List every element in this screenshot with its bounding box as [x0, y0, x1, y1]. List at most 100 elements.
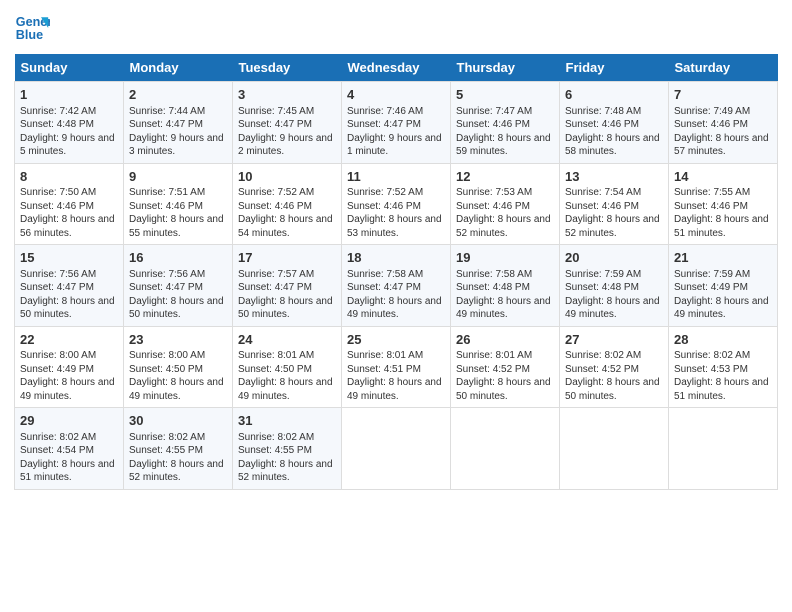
daylight-text: Daylight: 8 hours and 56 minutes. — [20, 213, 118, 240]
sunset-text: Sunset: 4:48 PM — [565, 281, 663, 295]
calendar-cell: 17Sunrise: 7:57 AMSunset: 4:47 PMDayligh… — [233, 245, 342, 327]
day-number: 12 — [456, 168, 554, 186]
daylight-text: Daylight: 8 hours and 52 minutes. — [456, 213, 554, 240]
sunrise-text: Sunrise: 8:01 AM — [456, 349, 554, 363]
daylight-text: Daylight: 8 hours and 49 minutes. — [565, 295, 663, 322]
calendar-cell: 31Sunrise: 8:02 AMSunset: 4:55 PMDayligh… — [233, 408, 342, 490]
sunrise-text: Sunrise: 7:52 AM — [238, 186, 336, 200]
daylight-text: Daylight: 8 hours and 55 minutes. — [129, 213, 227, 240]
daylight-text: Daylight: 9 hours and 2 minutes. — [238, 132, 336, 159]
day-number: 23 — [129, 331, 227, 349]
daylight-text: Daylight: 8 hours and 51 minutes. — [20, 458, 118, 485]
day-number: 16 — [129, 249, 227, 267]
day-number: 9 — [129, 168, 227, 186]
logo: General Blue — [14, 10, 52, 46]
header-sunday: Sunday — [15, 54, 124, 82]
day-number: 31 — [238, 412, 336, 430]
sunset-text: Sunset: 4:54 PM — [20, 444, 118, 458]
daylight-text: Daylight: 8 hours and 50 minutes. — [565, 376, 663, 403]
daylight-text: Daylight: 8 hours and 50 minutes. — [238, 295, 336, 322]
daylight-text: Daylight: 8 hours and 49 minutes. — [129, 376, 227, 403]
calendar-cell: 7Sunrise: 7:49 AMSunset: 4:46 PMDaylight… — [669, 82, 778, 164]
sunrise-text: Sunrise: 7:50 AM — [20, 186, 118, 200]
daylight-text: Daylight: 8 hours and 53 minutes. — [347, 213, 445, 240]
sunrise-text: Sunrise: 8:02 AM — [674, 349, 772, 363]
header-friday: Friday — [560, 54, 669, 82]
day-number: 15 — [20, 249, 118, 267]
calendar-table: SundayMondayTuesdayWednesdayThursdayFrid… — [14, 54, 778, 490]
daylight-text: Daylight: 8 hours and 59 minutes. — [456, 132, 554, 159]
sunset-text: Sunset: 4:46 PM — [565, 118, 663, 132]
day-number: 20 — [565, 249, 663, 267]
daylight-text: Daylight: 8 hours and 51 minutes. — [674, 376, 772, 403]
calendar-cell: 11Sunrise: 7:52 AMSunset: 4:46 PMDayligh… — [342, 163, 451, 245]
sunset-text: Sunset: 4:46 PM — [347, 200, 445, 214]
calendar-week-5: 29Sunrise: 8:02 AMSunset: 4:54 PMDayligh… — [15, 408, 778, 490]
sunrise-text: Sunrise: 7:44 AM — [129, 105, 227, 119]
calendar-week-2: 8Sunrise: 7:50 AMSunset: 4:46 PMDaylight… — [15, 163, 778, 245]
calendar-cell: 2Sunrise: 7:44 AMSunset: 4:47 PMDaylight… — [124, 82, 233, 164]
day-number: 3 — [238, 86, 336, 104]
day-number: 8 — [20, 168, 118, 186]
calendar-cell: 16Sunrise: 7:56 AMSunset: 4:47 PMDayligh… — [124, 245, 233, 327]
sunrise-text: Sunrise: 7:52 AM — [347, 186, 445, 200]
daylight-text: Daylight: 8 hours and 49 minutes. — [674, 295, 772, 322]
logo-icon: General Blue — [14, 10, 50, 46]
daylight-text: Daylight: 9 hours and 5 minutes. — [20, 132, 118, 159]
sunrise-text: Sunrise: 8:00 AM — [20, 349, 118, 363]
day-number: 24 — [238, 331, 336, 349]
day-number: 29 — [20, 412, 118, 430]
svg-text:Blue: Blue — [16, 28, 43, 42]
day-number: 21 — [674, 249, 772, 267]
calendar-cell: 15Sunrise: 7:56 AMSunset: 4:47 PMDayligh… — [15, 245, 124, 327]
day-number: 5 — [456, 86, 554, 104]
daylight-text: Daylight: 8 hours and 49 minutes. — [238, 376, 336, 403]
sunrise-text: Sunrise: 7:42 AM — [20, 105, 118, 119]
sunset-text: Sunset: 4:52 PM — [456, 363, 554, 377]
calendar-cell: 18Sunrise: 7:58 AMSunset: 4:47 PMDayligh… — [342, 245, 451, 327]
sunrise-text: Sunrise: 7:53 AM — [456, 186, 554, 200]
calendar-cell: 29Sunrise: 8:02 AMSunset: 4:54 PMDayligh… — [15, 408, 124, 490]
day-number: 2 — [129, 86, 227, 104]
calendar-cell: 5Sunrise: 7:47 AMSunset: 4:46 PMDaylight… — [451, 82, 560, 164]
header-tuesday: Tuesday — [233, 54, 342, 82]
calendar-cell: 30Sunrise: 8:02 AMSunset: 4:55 PMDayligh… — [124, 408, 233, 490]
calendar-cell: 9Sunrise: 7:51 AMSunset: 4:46 PMDaylight… — [124, 163, 233, 245]
daylight-text: Daylight: 8 hours and 50 minutes. — [20, 295, 118, 322]
sunset-text: Sunset: 4:46 PM — [129, 200, 227, 214]
sunset-text: Sunset: 4:49 PM — [674, 281, 772, 295]
calendar-cell: 13Sunrise: 7:54 AMSunset: 4:46 PMDayligh… — [560, 163, 669, 245]
calendar-cell: 28Sunrise: 8:02 AMSunset: 4:53 PMDayligh… — [669, 326, 778, 408]
calendar-cell: 23Sunrise: 8:00 AMSunset: 4:50 PMDayligh… — [124, 326, 233, 408]
day-number: 22 — [20, 331, 118, 349]
daylight-text: Daylight: 8 hours and 54 minutes. — [238, 213, 336, 240]
day-number: 11 — [347, 168, 445, 186]
calendar-cell: 22Sunrise: 8:00 AMSunset: 4:49 PMDayligh… — [15, 326, 124, 408]
sunset-text: Sunset: 4:46 PM — [565, 200, 663, 214]
daylight-text: Daylight: 8 hours and 49 minutes. — [456, 295, 554, 322]
header: General Blue — [14, 10, 778, 46]
sunset-text: Sunset: 4:46 PM — [456, 118, 554, 132]
daylight-text: Daylight: 8 hours and 50 minutes. — [456, 376, 554, 403]
calendar-cell — [342, 408, 451, 490]
sunset-text: Sunset: 4:47 PM — [347, 281, 445, 295]
daylight-text: Daylight: 8 hours and 58 minutes. — [565, 132, 663, 159]
day-number: 30 — [129, 412, 227, 430]
calendar-cell — [669, 408, 778, 490]
sunrise-text: Sunrise: 8:02 AM — [20, 431, 118, 445]
sunset-text: Sunset: 4:46 PM — [456, 200, 554, 214]
sunrise-text: Sunrise: 7:49 AM — [674, 105, 772, 119]
sunset-text: Sunset: 4:49 PM — [20, 363, 118, 377]
calendar-week-4: 22Sunrise: 8:00 AMSunset: 4:49 PMDayligh… — [15, 326, 778, 408]
daylight-text: Daylight: 8 hours and 50 minutes. — [129, 295, 227, 322]
sunrise-text: Sunrise: 8:01 AM — [238, 349, 336, 363]
calendar-cell: 25Sunrise: 8:01 AMSunset: 4:51 PMDayligh… — [342, 326, 451, 408]
sunset-text: Sunset: 4:47 PM — [238, 118, 336, 132]
day-number: 4 — [347, 86, 445, 104]
daylight-text: Daylight: 8 hours and 49 minutes. — [20, 376, 118, 403]
calendar-cell: 12Sunrise: 7:53 AMSunset: 4:46 PMDayligh… — [451, 163, 560, 245]
sunset-text: Sunset: 4:47 PM — [20, 281, 118, 295]
sunrise-text: Sunrise: 7:55 AM — [674, 186, 772, 200]
calendar-cell — [560, 408, 669, 490]
day-number: 6 — [565, 86, 663, 104]
